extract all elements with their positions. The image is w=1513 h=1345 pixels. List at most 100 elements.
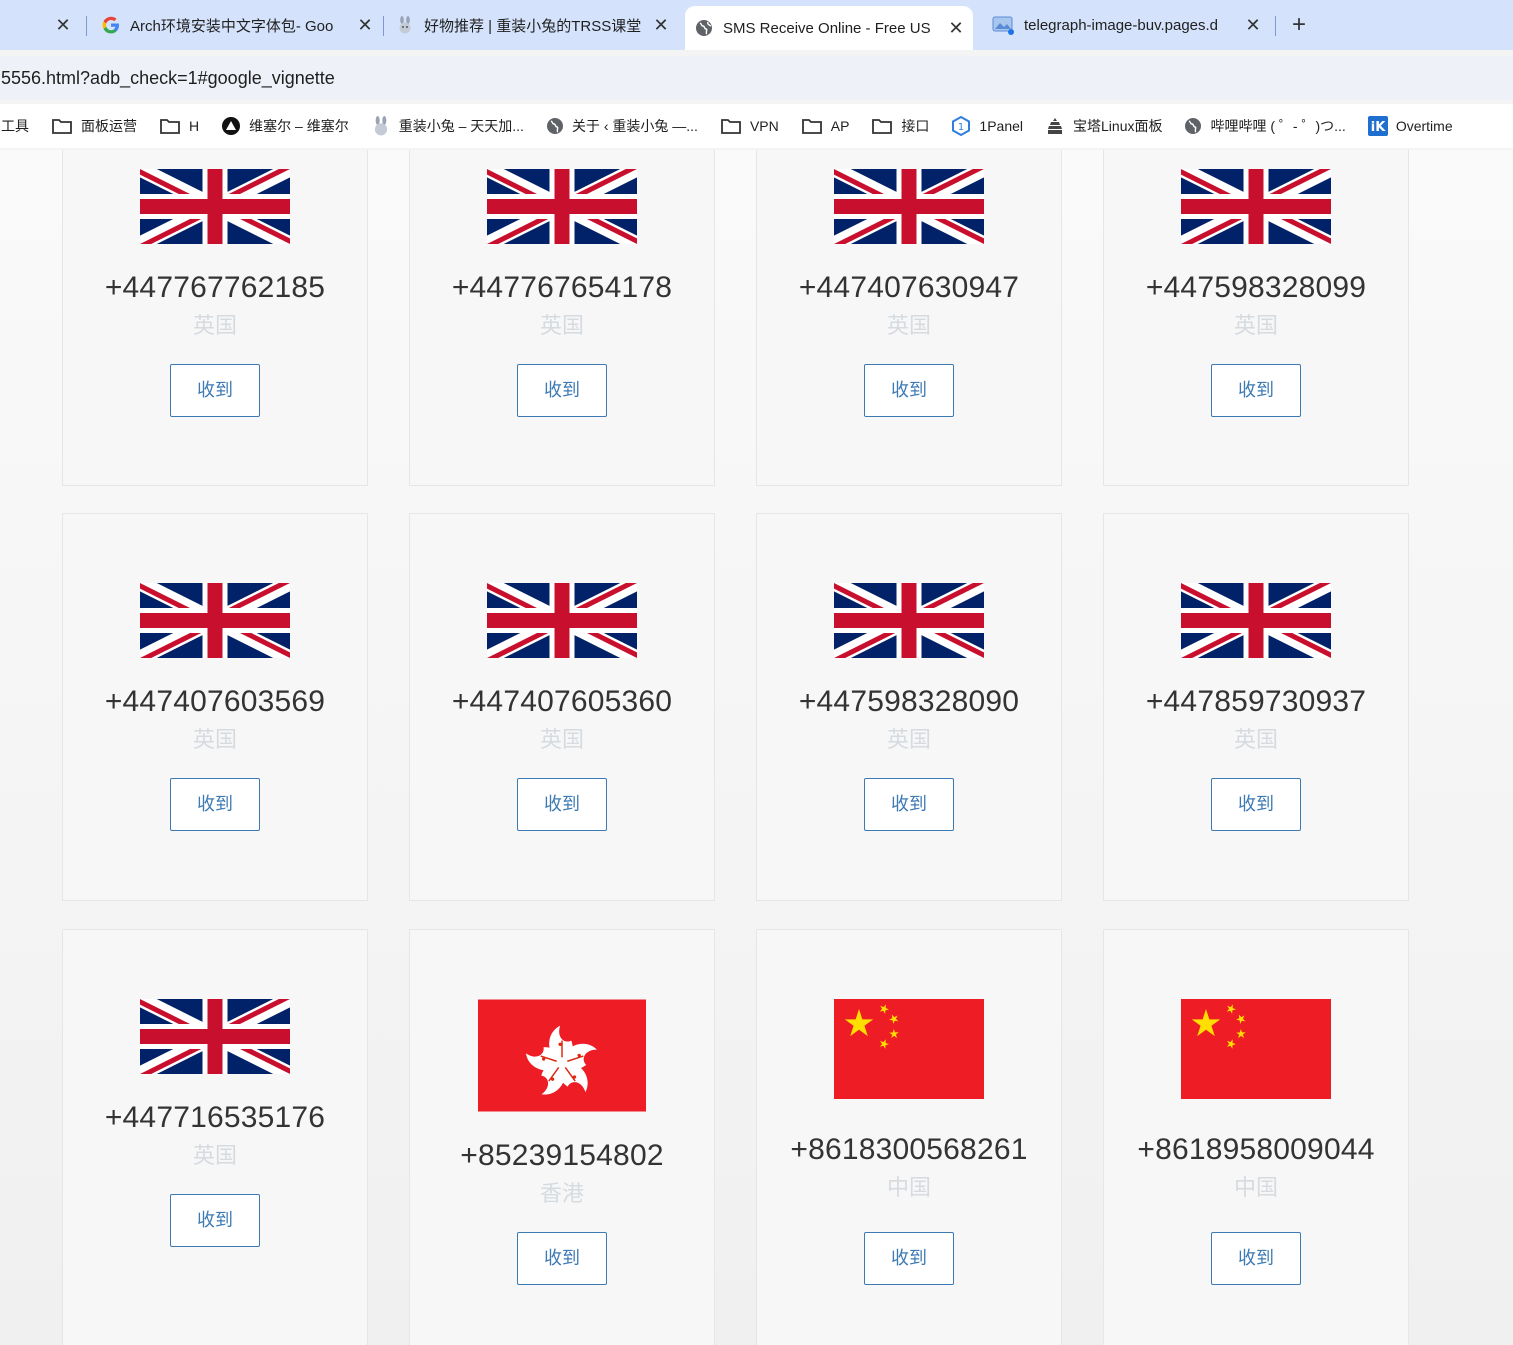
new-tab-button[interactable]: + <box>1286 10 1312 40</box>
phone-number[interactable]: +447407603569 <box>63 685 367 719</box>
country-label: 英国 <box>886 314 931 339</box>
number-card: +447767762185 英国 收到 <box>62 150 368 486</box>
bookmark-folder[interactable]: 接口 <box>871 116 929 136</box>
bookmark-folder[interactable]: 面板运营 <box>51 116 137 136</box>
uk-flag-icon <box>140 169 290 244</box>
baota-icon <box>1048 118 1063 134</box>
close-icon[interactable]: ✕ <box>52 15 74 36</box>
tab-4[interactable]: telegraph-image-buv.pages.d ✕ <box>992 0 1264 50</box>
receive-button[interactable]: 收到 <box>517 778 607 831</box>
bookmark-item[interactable]: 维塞尔 – 维塞尔 <box>221 116 349 136</box>
bookmark-label: 工具 <box>1 118 29 134</box>
receive-button[interactable]: 收到 <box>517 1232 607 1285</box>
bookmark-label: 哔哩哔哩 ( ゜- ゜)つ... <box>1210 118 1346 134</box>
bookmark-folder[interactable]: AP <box>801 117 850 135</box>
tab-divider <box>383 16 384 36</box>
bookmark-folder[interactable]: VPN <box>720 117 779 135</box>
globe-icon <box>1185 118 1202 134</box>
bookmark-item[interactable]: 宝塔Linux面板 <box>1045 116 1162 136</box>
phone-number[interactable]: +447407630947 <box>757 271 1061 305</box>
phone-number[interactable]: +447767762185 <box>63 271 367 305</box>
bookmark-folder[interactable]: H <box>159 117 199 135</box>
bookmark-label: 接口 <box>901 118 930 134</box>
flag-wrap <box>1104 999 1408 1119</box>
folder-icon <box>801 119 822 134</box>
china-flag-icon <box>1181 999 1331 1099</box>
receive-button[interactable]: 收到 <box>1211 364 1301 417</box>
folder-icon <box>52 119 72 134</box>
tab-active[interactable]: SMS Receive Online - Free US ✕ <box>685 6 973 50</box>
receive-button[interactable]: 收到 <box>170 364 260 417</box>
folder-icon <box>721 119 741 134</box>
china-flag-icon <box>834 999 984 1099</box>
number-card: +447859730937 英国 收到 <box>1103 513 1409 901</box>
phone-number[interactable]: +447598328090 <box>757 685 1061 719</box>
number-card: +447598328090 英国 收到 <box>756 513 1062 901</box>
country-label: 英国 <box>192 728 237 753</box>
folder-icon <box>872 119 893 134</box>
rabbit-icon <box>374 116 387 136</box>
receive-button[interactable]: 收到 <box>1211 1232 1301 1285</box>
bookmark-item[interactable]: 关于 ‹ 重装小兔 —... <box>546 116 698 136</box>
tab-title: 好物推荐 | 重装小兔的TRSS课堂 <box>424 17 642 35</box>
tab-1[interactable]: Arch环境安装中文字体包- Goo ✕ <box>98 0 376 50</box>
rabbit-icon <box>399 16 411 34</box>
phone-number[interactable]: +447598328099 <box>1104 271 1408 305</box>
globe-icon <box>546 118 563 134</box>
phone-number[interactable]: +447767654178 <box>410 271 714 305</box>
tab-strip: ✕ Arch环境安装中文字体包- Goo ✕ 好物推荐 | 重装小兔的TRSS课… <box>0 0 1513 50</box>
phone-number[interactable]: +447859730937 <box>1104 685 1408 719</box>
address-bar[interactable]: 5556.html?adb_check=1#google_vignette <box>0 56 1513 100</box>
phone-number[interactable]: +447407605360 <box>410 685 714 719</box>
receive-button[interactable]: 收到 <box>864 1232 954 1285</box>
receive-button[interactable]: 收到 <box>864 778 954 831</box>
url-text[interactable]: 5556.html?adb_check=1#google_vignette <box>0 68 335 89</box>
bookmark-item[interactable]: iK Overtime <box>1367 116 1453 136</box>
bookmark-label: 1Panel <box>979 118 1024 134</box>
close-icon[interactable]: ✕ <box>1242 15 1264 36</box>
close-icon[interactable]: ✕ <box>354 15 376 36</box>
phone-number[interactable]: +8618958009044 <box>1104 1133 1408 1167</box>
tab-2[interactable]: 好物推荐 | 重装小兔的TRSS课堂 ✕ <box>396 0 672 50</box>
number-grid: +447767762185 英国 收到 +447767654178 英国 收到 +44740… <box>0 150 1513 1345</box>
receive-button[interactable]: 收到 <box>517 364 607 417</box>
tab-title: Arch环境安装中文字体包- Goo <box>130 17 334 35</box>
uk-flag-icon <box>487 583 637 658</box>
bookmark-label: 宝塔Linux面板 <box>1073 118 1163 134</box>
hong-kong-flag-icon <box>478 999 646 1112</box>
country-label: 中国 <box>886 1176 931 1201</box>
onepanel-icon: 1 <box>952 116 971 136</box>
uk-flag-icon <box>487 169 637 244</box>
country-label: 英国 <box>539 314 584 339</box>
tab-title: SMS Receive Online - Free US <box>723 19 931 37</box>
receive-button[interactable]: 收到 <box>170 1194 260 1247</box>
bookmark-label: H <box>189 118 200 134</box>
receive-button[interactable]: 收到 <box>1211 778 1301 831</box>
country-label: 英国 <box>1233 314 1278 339</box>
uk-flag-icon <box>834 583 984 658</box>
bookmark-item[interactable]: 1 1Panel <box>951 116 1023 136</box>
phone-number[interactable]: +85239154802 <box>410 1139 714 1173</box>
uk-flag-icon <box>140 999 290 1074</box>
receive-button[interactable]: 收到 <box>864 364 954 417</box>
bookmark-label: 维塞尔 – 维塞尔 <box>249 118 349 134</box>
phone-number[interactable]: +447716535176 <box>63 1101 367 1135</box>
number-card: +447716535176 英国收到 <box>62 929 368 1345</box>
bookmark-item[interactable]: 哔哩哔哩 ( ゜- ゜)つ... <box>1184 116 1346 136</box>
tab-divider <box>1275 16 1276 36</box>
tab-0[interactable]: ✕ <box>0 0 80 50</box>
bookmark-item[interactable]: 工具 <box>1 116 29 136</box>
bookmarks-bar: 工具 面板运营 H 维塞尔 – 维塞尔 重装小兔 – 天天加... 关于 ‹ 重… <box>0 104 1513 148</box>
image-icon <box>992 16 1014 35</box>
close-icon[interactable]: ✕ <box>650 15 672 36</box>
country-label: 英国 <box>539 728 584 753</box>
uk-flag-icon <box>1181 583 1331 658</box>
close-icon[interactable]: ✕ <box>945 18 967 39</box>
country-label: 英国 <box>192 1144 237 1169</box>
folder-icon <box>160 119 180 134</box>
bookmark-label: AP <box>830 118 850 134</box>
phone-number[interactable]: +8618300568261 <box>757 1133 1061 1167</box>
bookmark-item[interactable]: 重装小兔 – 天天加... <box>371 116 524 136</box>
number-card: +447407630947 英国收到 <box>756 150 1062 486</box>
receive-button[interactable]: 收到 <box>170 778 260 831</box>
